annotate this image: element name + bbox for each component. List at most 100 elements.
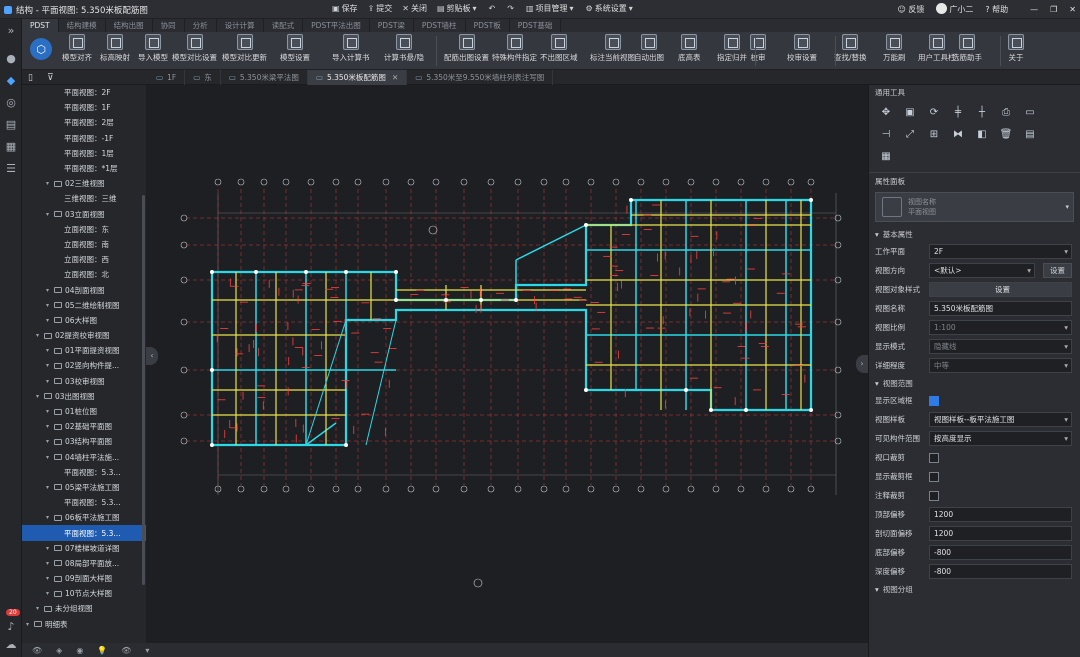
ribbon-tab-10[interactable]: PDST板	[466, 19, 510, 32]
property-select[interactable]: 中等 ▾	[929, 358, 1072, 373]
save-button[interactable]: ▣ 保存	[332, 3, 358, 14]
tree-folder[interactable]: ▾ 03结构平面图	[22, 434, 146, 449]
ribbon-button-15[interactable]: 校审	[750, 34, 766, 63]
extend-icon[interactable]: ⤢	[903, 129, 917, 141]
property-input[interactable]: -800	[929, 545, 1072, 560]
chevron-down-icon[interactable]: ▾	[46, 317, 54, 324]
chevron-down-icon[interactable]: ▾	[46, 211, 54, 218]
chevron-down-icon[interactable]: ▾	[46, 180, 54, 187]
tree-folder[interactable]: ▾ 04剖面视图	[22, 282, 146, 297]
property-select[interactable]: 隐藏线 ▾	[929, 339, 1072, 354]
section-basic[interactable]: ▾ 基本属性	[869, 226, 1080, 242]
chevron-down-icon[interactable]: ▾	[46, 423, 54, 430]
undo-button[interactable]: ↶	[489, 4, 498, 13]
move-icon[interactable]: ✥	[879, 107, 893, 119]
clipboard-button[interactable]: ▤ 剪贴板 ▾	[437, 3, 479, 14]
tree-folder[interactable]: ▾ 10节点大样图	[22, 586, 146, 601]
ribbon-tab-8[interactable]: PDST梁	[370, 19, 414, 32]
property-select[interactable]: 1:100 ▾	[929, 320, 1072, 335]
tree-item[interactable]: 平面视图：2F	[22, 85, 146, 100]
close-window-button[interactable]: ✕	[1069, 5, 1076, 14]
ribbon-button-19[interactable]: 用户工具栏	[918, 34, 956, 63]
chevron-down-icon[interactable]: ▾	[46, 454, 54, 461]
close-doc-button[interactable]: ✕ 关闭	[402, 3, 427, 14]
ribbon-tab-2[interactable]: 结构出图	[106, 19, 153, 32]
tree-item[interactable]: 平面视图：1F	[22, 100, 146, 115]
chevron-down-icon[interactable]: ▾	[46, 545, 54, 552]
tree-item[interactable]: 立面视图：北	[22, 267, 146, 282]
drawing-canvas[interactable]: ‹ ›	[146, 85, 868, 643]
ribbon-button-14[interactable]: 指定归并	[717, 34, 747, 63]
chevron-down-icon[interactable]: ▾	[26, 621, 34, 628]
property-checkbox[interactable]	[929, 395, 939, 406]
lightbulb-icon[interactable]: 💡	[97, 646, 107, 655]
ribbon-tab-6[interactable]: 读配式	[264, 19, 304, 32]
ribbon-tab-0[interactable]: PDST	[22, 19, 59, 32]
property-input[interactable]: -800	[929, 564, 1072, 579]
tree-item[interactable]: 三维视图：三维	[22, 191, 146, 206]
tree-folder[interactable]: ▾ 04墙柱平法施...	[22, 450, 146, 465]
property-button[interactable]: 设置	[929, 282, 1072, 297]
expand-icon[interactable]: »	[0, 19, 22, 41]
globe-icon[interactable]: ●	[0, 47, 22, 69]
tree-item[interactable]: 立面视图：东	[22, 222, 146, 237]
chevron-down-icon[interactable]: ▾	[46, 362, 54, 369]
chevron-down-icon[interactable]: ▾	[46, 408, 54, 415]
chevron-down-icon[interactable]: ▾	[46, 484, 54, 491]
array-icon[interactable]: ⊞	[927, 129, 941, 141]
tree-folder[interactable]: ▾ 未分组视图	[22, 601, 146, 616]
doc-tab-2[interactable]: ▭ 5.350米梁平法图	[221, 70, 308, 85]
cube-icon[interactable]: ◆	[0, 69, 22, 91]
redo-button[interactable]: ↷	[507, 4, 516, 13]
restore-button[interactable]: ❐	[1050, 5, 1057, 14]
doc-tab-4[interactable]: ▭ 5.350米至9.550米墙柱列表注写图	[407, 70, 554, 85]
tree-folder[interactable]: ▾ 06板平法施工图	[22, 510, 146, 525]
ribbon-tab-3[interactable]: 协同	[153, 19, 185, 32]
tree-folder[interactable]: ▾ 05二维绘制视图	[22, 298, 146, 313]
chevron-down-icon[interactable]: ▾	[46, 302, 54, 309]
tree-folder[interactable]: ▾ 01桩位图	[22, 404, 146, 419]
ribbon-button-1[interactable]: 标高映射	[100, 34, 130, 63]
section-range[interactable]: ▾ 视图范围	[869, 375, 1080, 391]
tree-item[interactable]: 平面视图：2层	[22, 115, 146, 130]
property-select[interactable]: 2F ▾	[929, 244, 1072, 259]
mirror-icon[interactable]: ⧓	[951, 129, 965, 141]
chevron-down-icon[interactable]: ▾	[36, 332, 44, 339]
ribbon-button-12[interactable]: 自动出图	[634, 34, 664, 63]
close-tab-icon[interactable]: ✕	[392, 73, 398, 82]
ribbon-button-17[interactable]: 查找/替换	[834, 34, 867, 63]
property-button[interactable]: 设置	[1043, 263, 1072, 278]
tree-item[interactable]: 平面视图：-1F	[22, 131, 146, 146]
ribbon-button-20[interactable]: 选筋助手	[952, 34, 982, 63]
ribbon-tab-5[interactable]: 设计计算	[217, 19, 264, 32]
tree-folder[interactable]: ▾ 07楼梯坡道详图	[22, 541, 146, 556]
tree-folder[interactable]: ▾ 05梁平法施工图	[22, 480, 146, 495]
ribbon-button-6[interactable]: 导入计算书	[332, 34, 370, 63]
chevron-down-icon[interactable]: ▾	[46, 514, 54, 521]
offset-icon[interactable]: ⊣	[879, 129, 893, 141]
property-input[interactable]: 5.350米板配筋图	[929, 301, 1072, 316]
tree-item[interactable]: 平面视图：*1层	[22, 161, 146, 176]
property-input[interactable]: 1200	[929, 526, 1072, 541]
chevron-down-icon[interactable]: ▾	[46, 438, 54, 445]
tree-folder[interactable]: ▾ 03出图视图	[22, 389, 146, 404]
print-icon[interactable]: ⎙	[999, 107, 1013, 119]
ribbon-tab-7[interactable]: PDST平法出图	[303, 19, 370, 32]
split-icon[interactable]: ╪	[951, 107, 965, 119]
user-menu[interactable]: 广小二	[936, 3, 973, 15]
minimize-button[interactable]: —	[1030, 5, 1038, 14]
measure-icon[interactable]: ▤	[1023, 129, 1037, 141]
tree-folder[interactable]: ▾ 02三维视图	[22, 176, 146, 191]
ribbon-button-9[interactable]: 特殊构件指定	[492, 34, 537, 63]
tree-folder[interactable]: ▾ 03校审视图	[22, 374, 146, 389]
ribbon-button-11[interactable]: 标注当前视图	[590, 34, 635, 63]
align-icon[interactable]: ▭	[1023, 107, 1037, 119]
tree-item[interactable]: 平面视图：5.3...	[22, 495, 146, 510]
tree-folder[interactable]: ▾ 02提资校审视图	[22, 328, 146, 343]
chevron-down-icon[interactable]: ▾	[46, 378, 54, 385]
property-checkbox[interactable]	[929, 490, 939, 501]
chevron-down-icon[interactable]: ▾	[46, 560, 54, 567]
trim-icon[interactable]: ┼	[975, 107, 989, 119]
doc-tab-3[interactable]: ▭ 5.350米板配筋图 ✕	[307, 70, 408, 85]
property-select[interactable]: 按高度显示 ▾	[929, 431, 1072, 446]
